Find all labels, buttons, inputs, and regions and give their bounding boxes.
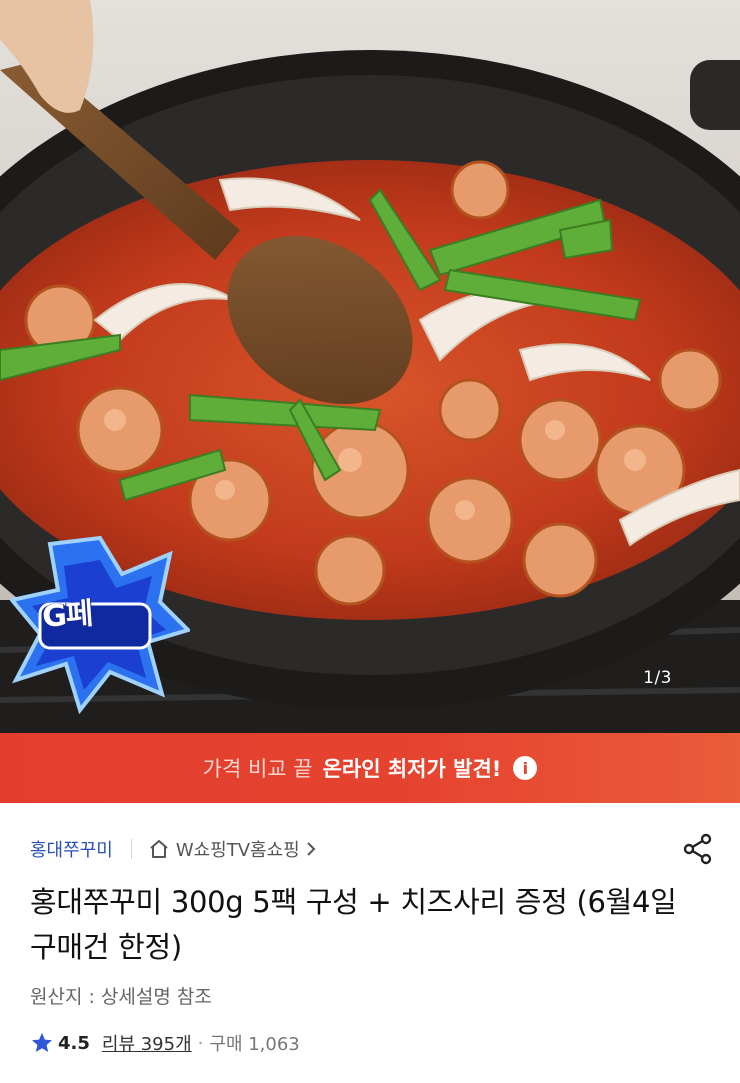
shop-name: W쇼핑TV홈쇼핑 [175,840,300,861]
info-icon[interactable]: i [513,756,538,780]
product-title: 홍대쭈꾸미 300g 5팩 구성 + 치즈사리 증정 (6월4일 구매건 한정) [30,885,677,964]
image-counter: 1/3 [643,668,672,688]
brand-link[interactable]: 홍대쭈꾸미 [30,836,113,862]
dot-separator: · [197,1032,204,1054]
divider [130,839,132,859]
rating-row: 4.5 리뷰 395개 · 구매 1,063 [30,1030,300,1056]
share-button[interactable] [680,831,716,867]
lowest-price-banner[interactable]: 가격 비교 끝 온라인 최저가 발견! i [0,733,740,803]
purchase-count: 구매 1,063 [209,1034,300,1055]
seller-row: 홍대쭈꾸미 W쇼핑TV홈쇼핑 [30,832,716,866]
review-link[interactable]: 리뷰 395개 [102,1030,192,1056]
shop-link[interactable]: W쇼핑TV홈쇼핑 [148,836,316,862]
g-pay-badge-icon [10,535,190,714]
g-pay-badge-label: G페 [41,596,94,635]
star-icon [32,1033,52,1052]
product-image-carousel[interactable]: G페 1/3 [0,0,740,733]
share-icon [683,833,712,865]
home-icon [150,840,168,858]
chevron-right-icon [307,842,316,856]
promo-highlight: 온라인 최저가 발견! [322,757,502,781]
rating-value: 4.5 [58,1032,90,1054]
origin-info: 원산지 : 상세설명 참조 [30,986,212,1008]
promo-text: 가격 비교 끝 [202,757,313,781]
